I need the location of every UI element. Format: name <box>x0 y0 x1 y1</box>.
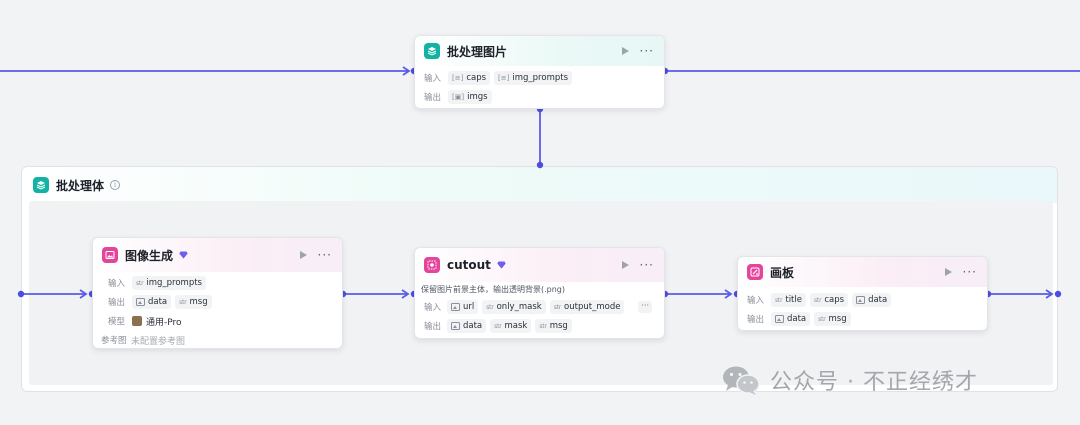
watermark-text: 公众号 · 不正经绣才 <box>770 370 978 395</box>
image-type-icon <box>451 303 460 311</box>
layers-icon <box>33 177 49 193</box>
cutout-icon <box>424 257 440 273</box>
node-title: 画板 <box>770 265 795 280</box>
node-title: 图像生成 <box>125 248 174 263</box>
reference-label: 参考图 <box>101 336 127 346</box>
run-button[interactable] <box>621 47 629 55</box>
output-label: 输出 <box>108 298 126 308</box>
more-button[interactable]: ··· <box>640 259 654 271</box>
input-label: 输入 <box>747 296 765 306</box>
input-chip-output-mode: str output_mode <box>549 300 625 314</box>
more-button[interactable]: ··· <box>318 249 332 261</box>
image-type-icon <box>136 298 145 306</box>
input-chip-title: str title <box>771 293 806 307</box>
model-value: 通用-Pro <box>146 317 182 328</box>
output-chip-mask: str mask <box>490 319 532 333</box>
list-type-icon: [≡] <box>498 74 510 82</box>
group-title: 批处理体 <box>56 178 105 193</box>
wire-into-batch-arrow <box>402 66 411 76</box>
model-avatar-icon <box>132 316 142 326</box>
watermark: 公众号 · 不正经绣才 <box>722 364 978 396</box>
output-label: 输出 <box>747 315 765 325</box>
node-header: 图像生成 ··· <box>93 238 342 272</box>
wechat-icon <box>723 366 760 395</box>
output-label: 输出 <box>424 322 442 332</box>
output-label: 输出 <box>424 93 442 103</box>
batch-group-header[interactable]: 批处理体 i <box>22 167 1057 203</box>
input-chip-caps: str caps <box>809 293 849 307</box>
input-label: 输入 <box>424 74 442 84</box>
output-chip-msg: str msg <box>814 312 851 326</box>
run-button[interactable] <box>299 251 307 259</box>
node-header: 批处理图片 ··· <box>415 36 664 66</box>
input-chip-data: data <box>852 293 892 307</box>
output-chip-msg: str msg <box>535 319 572 333</box>
model-label: 模型 <box>108 317 126 327</box>
run-button[interactable] <box>944 268 952 276</box>
image-type-icon <box>856 296 866 304</box>
run-button[interactable] <box>621 261 629 269</box>
image-type-icon <box>451 322 460 330</box>
input-label: 输入 <box>108 279 126 289</box>
node-header: 画板 ··· <box>738 257 987 287</box>
cutout-node[interactable]: cutout ··· 保留图片前景主体，输出透明背景(.png) 输入 url … <box>414 247 665 339</box>
output-chip-data: data <box>771 312 811 326</box>
input-chip-img-prompts: str img_prompts <box>132 276 206 290</box>
more-button[interactable]: ··· <box>640 45 654 57</box>
image-type-icon <box>775 315 784 323</box>
input-chip-only-mask: str only_mask <box>482 300 546 314</box>
node-description: 保留图片前景主体，输出透明背景(.png) <box>421 285 566 294</box>
image-gen-node[interactable]: 图像生成 ··· 输入 str img_prompts 输出 data str ms… <box>92 237 343 349</box>
premium-gem-icon <box>497 261 506 269</box>
canvas-icon <box>747 264 763 280</box>
more-button[interactable]: ··· <box>963 266 977 278</box>
output-chip-data: data <box>447 319 487 333</box>
input-label: 输入 <box>424 303 442 313</box>
input-chip-caps: [≡] caps <box>448 71 491 85</box>
batch-image-node[interactable]: 批处理图片 ··· 输入 [≡] caps [≡] img_prompts 输出 [… <box>414 35 665 109</box>
node-header: cutout ··· <box>415 248 664 282</box>
image-icon <box>102 247 118 263</box>
reference-value: 未配置参考图 <box>131 336 186 347</box>
input-chip-img-prompts: [≡] img_prompts <box>494 71 573 85</box>
list-type-icon: [≡] <box>452 74 464 82</box>
output-chip-msg: str msg <box>175 295 212 309</box>
node-title: cutout <box>447 258 491 272</box>
layers-icon <box>424 43 440 59</box>
more-inputs-button[interactable]: ··· <box>638 301 652 313</box>
node-title: 批处理图片 <box>447 44 508 59</box>
image-list-type-icon: [▣] <box>452 93 465 101</box>
canvas-node[interactable]: 画板 ··· 输入 str title str caps data 输出 data … <box>737 256 988 331</box>
output-chip-imgs: [▣] imgs <box>448 90 492 104</box>
input-chip-url: url <box>447 300 479 314</box>
output-chip-data: data <box>132 295 172 309</box>
info-icon[interactable]: i <box>110 180 121 190</box>
premium-gem-icon <box>179 251 188 259</box>
